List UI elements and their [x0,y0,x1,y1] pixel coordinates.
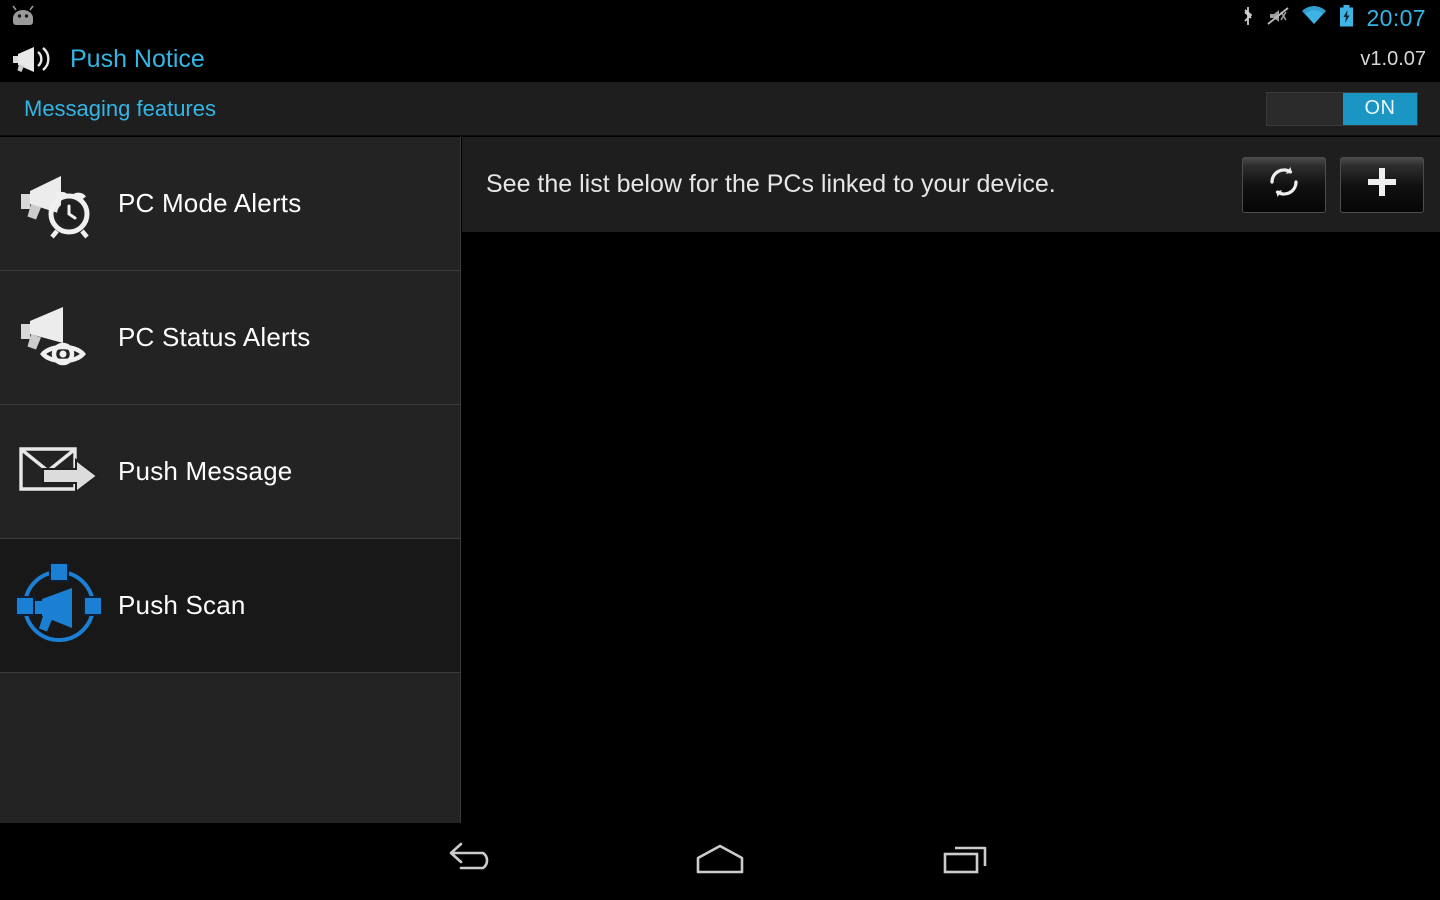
app-version: v1.0.07 [1360,47,1426,70]
refresh-icon [1266,164,1302,205]
sidebar-empty-area [0,673,460,827]
status-bar-right: 20:07 [1241,4,1440,32]
bluetooth-icon [1241,5,1255,32]
content-header: See the list below for the PCs linked to… [462,137,1440,233]
sidebar-item-label: Push Message [118,456,293,486]
status-bar-left [0,5,36,32]
megaphone-icon [10,44,56,74]
sidebar-item-pc-mode-alerts[interactable]: PC Mode Alerts [0,137,460,271]
wifi-icon [1301,5,1327,31]
back-arrow-icon [447,842,501,881]
system-navigation-bar [0,823,1440,900]
messaging-features-bar: Messaging features ON [0,82,1440,136]
messaging-features-title: Messaging features [24,95,216,121]
plus-icon [1364,164,1400,205]
back-button[interactable] [351,823,597,900]
sidebar-item-pc-status-alerts[interactable]: PC Status Alerts [0,271,460,405]
linked-pc-list [462,233,1440,823]
android-head-icon [10,5,36,32]
recents-icon [941,842,991,881]
content-header-text: See the list below for the PCs linked to… [486,170,1056,198]
sidebar-item-push-message[interactable]: Push Message [0,405,460,539]
megaphone-scan-icon [0,539,118,672]
app-title-bar: Push Notice v1.0.07 [0,36,1440,82]
status-bar-clock: 20:07 [1366,4,1426,31]
content-pane: See the list below for the PCs linked to… [462,137,1440,823]
add-button[interactable] [1340,156,1424,213]
sidebar-item-label: PC Mode Alerts [118,188,302,218]
sidebar-item-label: PC Status Alerts [118,322,311,352]
ringer-muted-icon [1267,5,1289,32]
envelope-arrow-icon [0,405,118,538]
recents-button[interactable] [843,823,1089,900]
android-app-screen: 20:07 Push Notice v1.0.07 Messaging feat… [0,0,1440,900]
megaphone-clock-icon [0,137,118,270]
megaphone-eye-icon [0,271,118,404]
toggle-on-label: ON [1343,92,1417,125]
content-header-actions [1242,156,1424,213]
system-status-bar: 20:07 [0,0,1440,36]
app-title: Push Notice [70,44,205,73]
sidebar-item-label: Push Scan [118,590,246,620]
home-icon [692,842,748,881]
refresh-button[interactable] [1242,156,1326,213]
toggle-track-off [1267,92,1343,125]
battery-charging-icon [1339,4,1354,32]
messaging-features-toggle[interactable]: ON [1266,91,1418,126]
sidebar-item-push-scan[interactable]: Push Scan [0,539,460,673]
features-sidebar: PC Mode Alerts PC Status Alerts Push Mes… [0,137,461,827]
home-button[interactable] [597,823,843,900]
